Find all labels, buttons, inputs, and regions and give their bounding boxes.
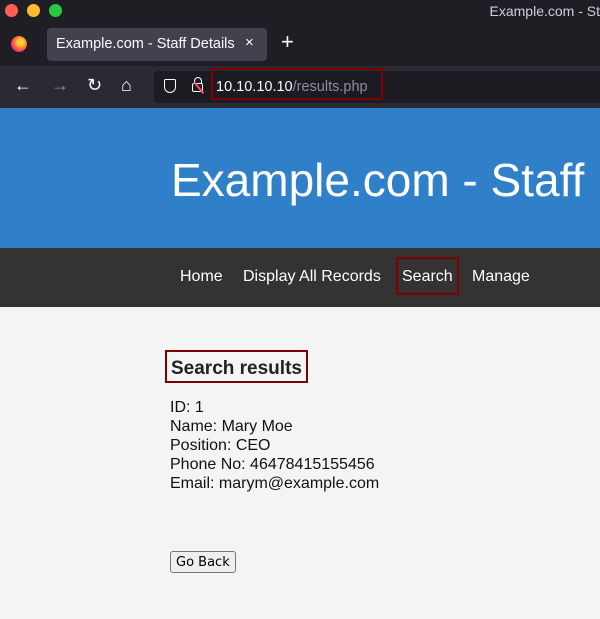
window-titlebar: Example.com - St [0, 0, 600, 22]
back-icon[interactable]: ← [14, 74, 32, 96]
home-icon[interactable]: ⌂ [121, 74, 132, 96]
record-id: ID: 1 [170, 399, 204, 416]
tab-close-icon[interactable]: × [245, 34, 254, 51]
shield-icon[interactable] [164, 79, 176, 93]
tab-staff-details[interactable]: Example.com - Staff Details × [47, 28, 267, 61]
site-title: Example.com - Staff Details [171, 154, 600, 206]
record-phone: Phone No: 46478415155456 [170, 456, 375, 473]
tab-bar: Example.com - Staff Details × + [0, 22, 600, 66]
record-position: Position: CEO [170, 437, 271, 454]
nav-manage-link[interactable]: Manage [472, 268, 530, 286]
minimize-window-button[interactable] [27, 4, 40, 17]
close-window-button[interactable] [5, 4, 18, 17]
nav-home-link[interactable]: Home [180, 268, 223, 286]
site-header: Example.com - Staff Details [0, 108, 600, 248]
site-nav: Home Display All Records Search Manage [0, 248, 600, 307]
firefox-icon [11, 36, 27, 52]
search-results-heading: Search results [165, 350, 308, 383]
maximize-window-button[interactable] [49, 4, 62, 17]
go-back-button[interactable]: Go Back [170, 551, 236, 573]
new-tab-button[interactable]: + [281, 31, 294, 53]
record-email: Email: marym@example.com [170, 475, 380, 492]
search-highlight-box [396, 257, 459, 295]
window-title: Example.com - St [489, 3, 600, 19]
staff-record: ID: 1 Name: Mary Moe Position: CEO Phone… [170, 398, 379, 493]
forward-icon[interactable]: → [51, 74, 69, 96]
reload-icon[interactable]: ↻ [87, 74, 102, 96]
tab-label: Example.com - Staff Details [56, 36, 235, 52]
url-highlight-box [211, 68, 383, 100]
nav-display-all-records-link[interactable]: Display All Records [243, 268, 381, 286]
record-name: Name: Mary Moe [170, 418, 293, 435]
